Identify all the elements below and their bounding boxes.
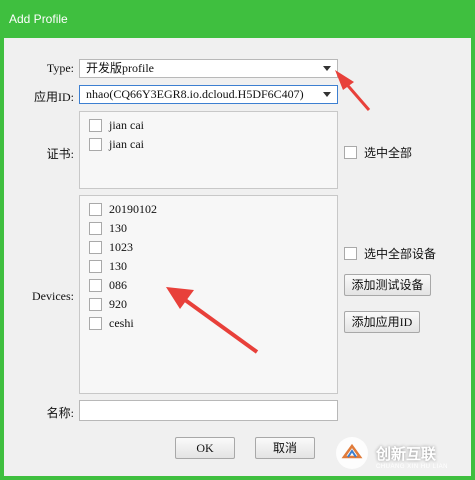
annotation-arrows [166,70,371,354]
annotation-arrow-type [335,70,371,111]
watermark-text: 创新互联 [376,444,437,463]
watermark-subtext: CHUANG XIN HU LIAN [376,464,449,470]
annotation-arrow-devices [166,287,259,354]
brand-logo-icon [336,437,368,469]
dialog-window: Add Profile Type: 开发版profile 应用ID: nhao(… [0,0,475,480]
